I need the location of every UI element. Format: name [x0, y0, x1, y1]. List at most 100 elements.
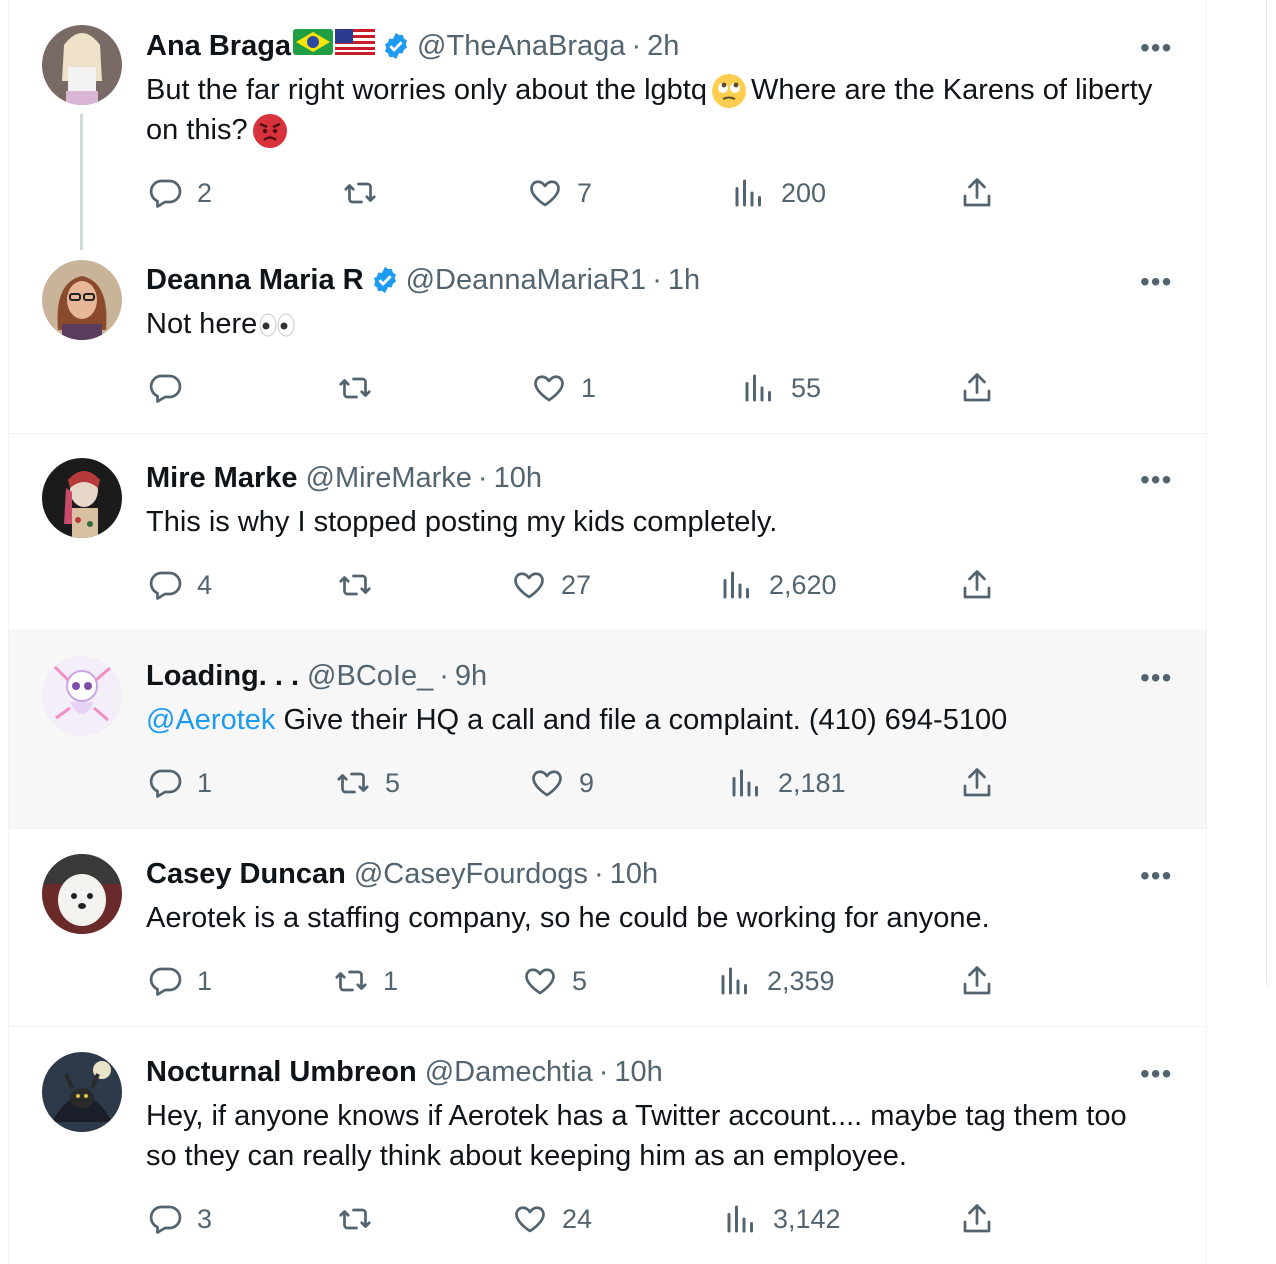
- timestamp[interactable]: 1h: [668, 262, 700, 298]
- tweet-actions: 1 55: [9, 370, 1206, 410]
- timestamp[interactable]: 2h: [647, 28, 679, 64]
- views-icon: [731, 175, 767, 211]
- tweet-deanna-maria-r[interactable]: Deanna Maria R @DeannaMariaR1 · 1h ••• N…: [9, 250, 1206, 434]
- retweet-icon: [337, 1201, 373, 1237]
- retweet-icon: [337, 370, 373, 406]
- like-count: 9: [579, 767, 595, 798]
- user-handle[interactable]: @Damechtia: [425, 1054, 593, 1090]
- tweet-actions: 3 24 3,142: [9, 1201, 1206, 1241]
- views-button[interactable]: 2,359: [717, 963, 835, 999]
- retweet-button[interactable]: 5: [335, 765, 400, 801]
- more-icon[interactable]: •••: [1140, 268, 1172, 296]
- like-button[interactable]: 9: [529, 765, 594, 801]
- tweet-header: Deanna Maria R @DeannaMariaR1 · 1h: [146, 262, 700, 298]
- share-button[interactable]: [959, 1201, 995, 1237]
- brazil-flag-icon: [293, 28, 334, 64]
- reply-count: 1: [197, 767, 213, 798]
- share-icon: [959, 1201, 995, 1237]
- separator: ·: [652, 264, 662, 296]
- more-icon[interactable]: •••: [1140, 664, 1172, 692]
- views-button[interactable]: 2,181: [728, 765, 846, 801]
- like-icon: [527, 175, 563, 211]
- tweet-loading[interactable]: Loading. . . @BCoIe_ · 9h ••• @Aerotek G…: [9, 631, 1206, 829]
- avatar[interactable]: [42, 854, 122, 934]
- mention-link[interactable]: @Aerotek: [146, 704, 275, 736]
- like-icon: [522, 963, 558, 999]
- user-handle[interactable]: @BCoIe_: [307, 658, 433, 694]
- tweet-nocturnal-umbreon[interactable]: Nocturnal Umbreon @Damechtia · 10h ••• H…: [9, 1027, 1206, 1264]
- like-count: 5: [572, 965, 588, 996]
- retweet-button[interactable]: [337, 370, 387, 406]
- more-icon[interactable]: •••: [1140, 862, 1172, 890]
- views-count: 2,181: [778, 767, 846, 798]
- user-handle[interactable]: @DeannaMariaR1: [406, 262, 647, 298]
- like-icon: [529, 765, 565, 801]
- reply-button[interactable]: 2: [147, 175, 212, 211]
- display-name[interactable]: Deanna Maria R: [146, 262, 364, 298]
- avatar[interactable]: [42, 1052, 122, 1132]
- retweet-icon: [333, 963, 369, 999]
- views-button[interactable]: 55: [741, 370, 821, 406]
- reply-icon: [147, 567, 183, 603]
- tweet-text-part-1: Aerotek is a staffing company, so he cou…: [146, 902, 990, 934]
- like-button[interactable]: 27: [511, 567, 591, 603]
- avatar[interactable]: [42, 260, 122, 340]
- like-button[interactable]: 5: [522, 963, 587, 999]
- tweet-header: Ana Braga @TheAnaBraga · 2h: [146, 28, 679, 64]
- user-handle[interactable]: @CaseyFourdogs: [354, 856, 588, 892]
- user-handle[interactable]: @TheAnaBraga: [417, 28, 625, 64]
- usa-flag-icon: [335, 28, 376, 64]
- share-button[interactable]: [959, 765, 995, 801]
- reply-icon: [147, 175, 183, 211]
- retweet-button[interactable]: [337, 567, 387, 603]
- views-icon: [728, 765, 764, 801]
- timestamp[interactable]: 10h: [610, 856, 658, 892]
- reply-button[interactable]: 3: [147, 1201, 212, 1237]
- avatar[interactable]: [42, 656, 122, 736]
- retweet-button[interactable]: 1: [333, 963, 398, 999]
- views-button[interactable]: 200: [731, 175, 826, 211]
- tweet-ana-braga[interactable]: Ana Braga @TheAnaBraga · 2h ••• But the …: [9, 0, 1206, 250]
- views-button[interactable]: 2,620: [719, 567, 837, 603]
- timestamp[interactable]: 10h: [614, 1054, 662, 1090]
- tweet-actions: 1 5 9 2,181: [9, 765, 1206, 805]
- reply-button[interactable]: 1: [147, 765, 212, 801]
- tweet-text: Aerotek is a staffing company, so he cou…: [146, 898, 1156, 938]
- like-button[interactable]: 24: [512, 1201, 592, 1237]
- share-button[interactable]: [959, 175, 995, 211]
- views-count: 200: [781, 177, 827, 208]
- views-button[interactable]: 3,142: [723, 1201, 841, 1237]
- more-icon[interactable]: •••: [1140, 1060, 1172, 1088]
- timestamp[interactable]: 9h: [455, 658, 487, 694]
- separator: ·: [631, 30, 642, 62]
- display-name[interactable]: Loading. . .: [146, 658, 299, 694]
- avatar[interactable]: [42, 458, 122, 538]
- share-button[interactable]: [959, 370, 995, 406]
- display-name[interactable]: Ana Braga: [146, 28, 291, 64]
- more-icon[interactable]: •••: [1140, 466, 1172, 494]
- share-button[interactable]: [959, 567, 995, 603]
- timestamp[interactable]: 10h: [494, 460, 542, 496]
- more-icon[interactable]: •••: [1140, 34, 1172, 62]
- tweet-casey-duncan[interactable]: Casey Duncan @CaseyFourdogs · 10h ••• Ae…: [9, 829, 1206, 1027]
- tweet-text: This is why I stopped posting my kids co…: [146, 502, 1156, 542]
- tweet-text-part-1: Give their HQ a call and file a complain…: [275, 704, 1008, 736]
- separator: ·: [439, 660, 449, 692]
- display-name[interactable]: Nocturnal Umbreon: [146, 1054, 417, 1090]
- like-button[interactable]: 7: [527, 175, 592, 211]
- tweet-mire-marke[interactable]: Mire Marke @MireMarke · 10h ••• This is …: [9, 434, 1206, 631]
- tweet-header: Nocturnal Umbreon @Damechtia · 10h: [146, 1054, 663, 1090]
- share-icon: [959, 175, 995, 211]
- reply-button[interactable]: 1: [147, 963, 212, 999]
- retweet-button[interactable]: [337, 1201, 387, 1237]
- reply-button[interactable]: [147, 370, 197, 406]
- reply-button[interactable]: 4: [147, 567, 212, 603]
- avatar[interactable]: [42, 25, 122, 105]
- user-handle[interactable]: @MireMarke: [306, 460, 472, 496]
- retweet-button[interactable]: [342, 175, 392, 211]
- share-button[interactable]: [959, 963, 995, 999]
- like-button[interactable]: 1: [531, 370, 596, 406]
- display-name[interactable]: Casey Duncan: [146, 856, 346, 892]
- tweet-actions: 1 1 5 2,359: [9, 963, 1206, 1003]
- display-name[interactable]: Mire Marke: [146, 460, 298, 496]
